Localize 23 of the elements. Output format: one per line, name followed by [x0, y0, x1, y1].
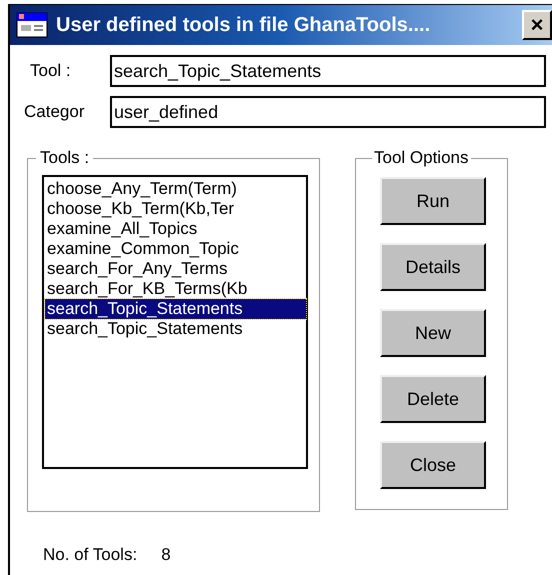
field-label: Categor [23, 101, 86, 124]
tool-list-item[interactable]: examine_All_Topics [45, 219, 306, 239]
tool-count-label: No. of Tools: [43, 544, 138, 566]
tool-list-item[interactable]: search_For_KB_Terms(Kb [45, 279, 306, 299]
text-field[interactable]: search_Topic_Statements [110, 55, 546, 87]
window-icon [16, 11, 48, 39]
tool-count: 8 [161, 544, 171, 566]
action-button[interactable]: Close [380, 441, 486, 489]
tools-listbox[interactable]: choose_Any_Term(Term) choose_Kb_Term(Kb,Ter examine_All_Topics examine_Common_Topic search_For_Any_Terms search_For_KB_Terms(Kb search_Topic_Statements search_Topic_Statements [42, 175, 308, 469]
tool-list-item[interactable]: search_Topic_Statements [45, 299, 306, 319]
field-label: Tool : [29, 60, 72, 82]
action-button[interactable]: Delete [380, 375, 486, 423]
tool-list-item[interactable]: choose_Kb_Term(Kb,Ter [45, 199, 306, 219]
tool-list-item[interactable]: search_For_Any_Terms [45, 259, 306, 279]
text-field[interactable]: user_defined [110, 96, 546, 128]
tool-list-item[interactable]: examine_Common_Topic [45, 239, 306, 259]
tool-list-item[interactable]: search_Topic_Statements [45, 319, 306, 339]
action-button[interactable]: Run [380, 177, 486, 225]
action-button[interactable]: Details [380, 243, 486, 291]
close-button[interactable]: × [522, 10, 552, 40]
tool-list-item[interactable]: choose_Any_Term(Term) [45, 179, 306, 199]
window-title: User defined tools in file GhanaTools.... [56, 13, 430, 38]
action-button[interactable]: New [380, 309, 486, 357]
